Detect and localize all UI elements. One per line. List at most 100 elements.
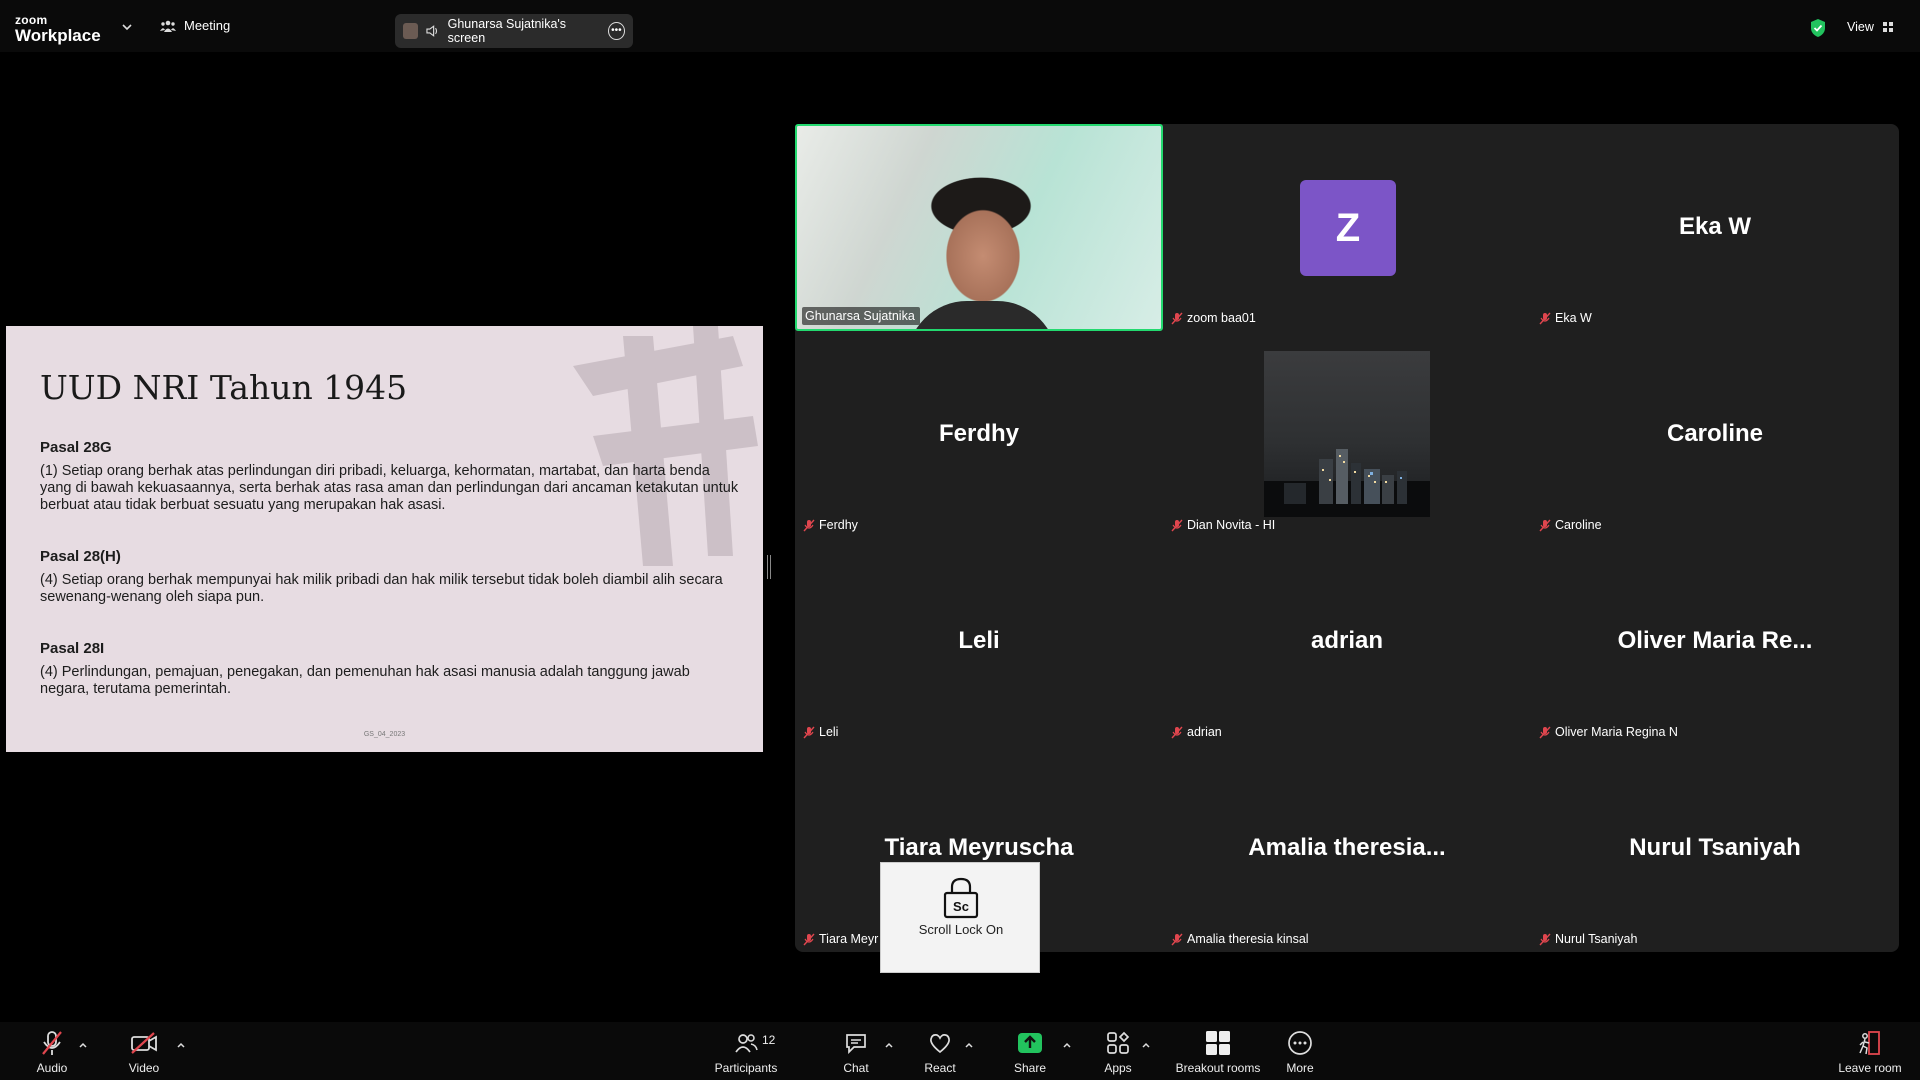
chat-label: Chat [843,1061,869,1075]
scroll-lock-notification: Sc Scroll Lock On [880,862,1040,973]
participant-name: adrian [1187,725,1222,739]
zoom-workplace-logo[interactable]: zoom Workplace [15,14,101,44]
video-button[interactable]: Video [104,1028,184,1075]
participant-name-tag: zoom baa01 [1168,309,1261,327]
view-button[interactable]: View [1847,20,1894,34]
more-options-icon[interactable]: ••• [607,22,625,40]
mic-muted-icon [1539,933,1551,945]
chevron-down-icon[interactable] [120,20,134,34]
logo-line1: zoom [15,13,48,27]
video-options-caret-icon[interactable] [176,1040,186,1050]
mic-muted-icon [1171,933,1183,945]
participant-display-name: Nurul Tsaniyah [1629,834,1801,861]
participant-display-name: Leli [958,627,1000,654]
slide-footer: GS_04_2023 [363,731,406,738]
lock-icon: Sc [943,877,979,919]
participant-tile[interactable]: Dian Novita - HI [1163,331,1531,538]
share-options-caret-icon[interactable] [1062,1040,1072,1050]
participant-tile[interactable]: Oliver Maria Re... Oliver Maria Regina N [1531,538,1899,745]
more-icon [1288,1031,1312,1055]
participant-name-tag: Caroline [1536,516,1607,534]
share-screen-icon [1018,1033,1042,1053]
audio-label: Audio [36,1061,68,1075]
shared-screen-slide[interactable]: UUD NRI Tahun 1945 Pasal 28G (1) Setiap … [6,326,763,752]
participant-profile-photo [1264,351,1430,517]
leave-icon [1859,1031,1880,1055]
more-button[interactable]: More [1260,1028,1340,1075]
heart-icon [930,1033,950,1054]
grid-view-icon [1882,22,1893,32]
mic-muted-icon [803,726,815,738]
leave-room-button[interactable]: Leave room [1830,1028,1910,1075]
apps-button[interactable]: Apps [1078,1028,1158,1075]
participant-tile[interactable]: Eka W Eka W [1531,124,1899,331]
mic-muted-icon [803,519,815,531]
participant-tile[interactable]: adrian adrian [1163,538,1531,745]
chat-button[interactable]: Chat [816,1028,896,1075]
participant-display-name: adrian [1310,627,1384,654]
participant-name: Leli [819,725,839,739]
participant-tile[interactable]: Z zoom baa01 [1163,124,1531,331]
participant-tile[interactable]: Leli Leli [795,538,1163,745]
participants-gallery: Ghunarsa Sujatnika Z zoom baa01 Eka W Ek… [795,124,1899,952]
participant-name-tag: Tiara Meyr [800,930,883,948]
participant-tile[interactable]: Ferdhy Ferdhy [795,331,1163,538]
participant-tile[interactable]: Ghunarsa Sujatnika [795,124,1163,331]
participant-name: Dian Novita - HI [1187,518,1276,532]
participant-name-tag: Oliver Maria Regina N [1536,723,1683,741]
react-options-caret-icon[interactable] [964,1040,974,1050]
apps-options-caret-icon[interactable] [1141,1040,1151,1050]
meeting-toolbar: Audio Video Participants 12 Chat React S… [0,1022,1920,1080]
lock-key-label: Sc [953,899,969,914]
audio-button[interactable]: Audio [12,1028,92,1075]
meeting-label: Meeting [184,18,231,33]
section-heading: Pasal 28(H) [40,548,121,565]
participant-name-tag: Eka W [1536,309,1597,327]
slide-section-2: Pasal 28(H) (4) Setiap orang berhak memp… [40,548,740,606]
participants-icon [735,1034,758,1053]
chat-options-caret-icon[interactable] [884,1040,894,1050]
screen-share-pill[interactable]: Ghunarsa Sujatnika's screen ••• [395,14,633,48]
audio-options-caret-icon[interactable] [78,1040,88,1050]
participant-avatar: Z [1300,180,1396,276]
participant-name-tag: Dian Novita - HI [1168,516,1280,534]
city-skyline-image [1264,449,1430,517]
sharer-avatar [403,23,419,39]
apps-label: Apps [1104,1061,1132,1075]
breakout-rooms-icon [1206,1031,1230,1055]
react-button[interactable]: React [900,1028,980,1075]
meeting-button[interactable]: Meeting [160,18,230,33]
participant-display-name: Caroline [1666,420,1764,447]
mic-off-icon [42,1031,62,1055]
participant-name: Nurul Tsaniyah [1555,932,1638,946]
participant-tile[interactable]: Amalia theresia... Amalia theresia kinsa… [1163,745,1531,952]
section-text: (1) Setiap orang berhak atas perlindunga… [40,463,739,513]
participant-name-tag: Ferdhy [800,516,863,534]
section-heading: Pasal 28G [40,439,112,456]
participant-display-name: Amalia theresia... [1248,834,1446,861]
participant-tile[interactable]: Caroline Caroline [1531,331,1899,538]
mic-muted-icon [1171,312,1183,324]
breakout-rooms-button[interactable]: Breakout rooms [1168,1028,1268,1075]
share-label: Share [1013,1061,1047,1075]
mic-muted-icon [1539,519,1551,531]
participant-name: zoom baa01 [1187,311,1256,325]
view-label: View [1847,20,1874,34]
participant-name: Caroline [1555,518,1602,532]
share-button[interactable]: Share [990,1028,1070,1075]
split-resize-handle[interactable] [767,555,771,579]
slide-section-1: Pasal 28G (1) Setiap orang berhak atas p… [40,439,740,514]
section-heading: Pasal 28I [40,640,105,657]
participant-name: Tiara Meyr [819,932,879,946]
section-text: (4) Perlindungan, pemajuan, penegakan, d… [40,664,690,697]
speaker-icon [426,25,438,37]
mic-muted-icon [1171,519,1183,531]
participant-name-tag: Amalia theresia kinsal [1168,930,1314,948]
participant-name: Ghunarsa Sujatnika [805,309,915,323]
participant-display-name: Ferdhy [938,420,1019,447]
breakout-rooms-label: Breakout rooms [1175,1061,1261,1075]
top-bar: zoom Workplace Meeting Ghunarsa Sujatnik… [0,0,1920,52]
participant-tile[interactable]: Nurul Tsaniyah Nurul Tsaniyah [1531,745,1899,952]
security-shield-icon[interactable] [1809,18,1827,38]
meeting-icon [160,20,176,32]
